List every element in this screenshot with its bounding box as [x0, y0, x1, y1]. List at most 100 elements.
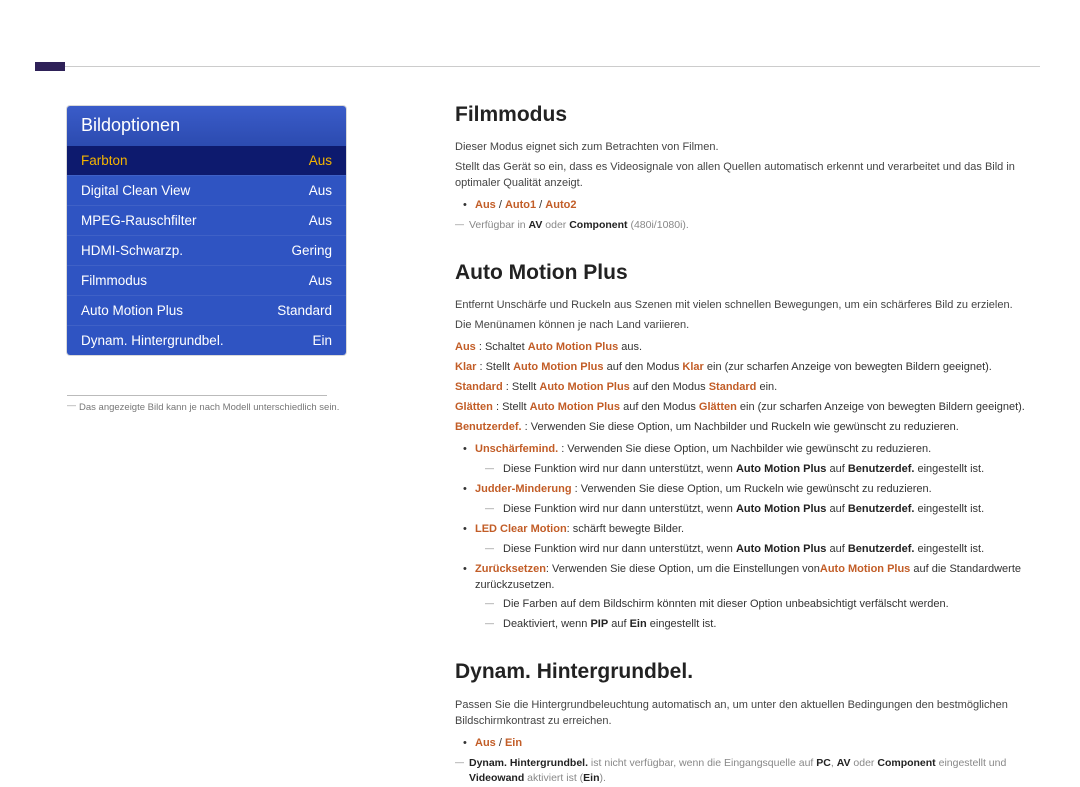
ein: Ein	[583, 772, 599, 784]
header-accent	[35, 62, 65, 71]
n5: eingestellt ist.	[914, 543, 984, 555]
n4: Ein	[630, 618, 647, 630]
t: : Schaltet	[476, 341, 528, 353]
amp-p2: Die Menünamen können je nach Land variie…	[455, 318, 1040, 334]
right-column: Filmmodus Dieser Modus eignet sich zum B…	[455, 100, 1040, 787]
p: ein (zur scharfen Anzeige von bewegten B…	[704, 361, 992, 373]
amp-definitions: Aus : Schaltet Auto Motion Plus aus. Kla…	[455, 340, 1040, 436]
amp-def-klar: Klar : Stellt Auto Motion Plus auf den M…	[455, 360, 1040, 376]
dyn-p1: Passen Sie die Hintergrundbeleuchtung au…	[455, 698, 1040, 730]
m2: auf den Modus	[620, 401, 699, 413]
left-note: Das angezeigte Bild kann je nach Modell …	[67, 402, 357, 413]
p: : schärft bewegte Bilder.	[567, 523, 684, 535]
filmmodus-options: Aus / Auto1 / Auto2	[455, 198, 1040, 214]
filmmodus-opts-line: Aus / Auto1 / Auto2	[455, 198, 1040, 214]
k2: Klar	[682, 361, 703, 373]
menu-item-filmmodus[interactable]: Filmmodus Aus	[67, 265, 346, 295]
n2: Auto Motion Plus	[736, 463, 826, 475]
menu-item-label: Dynam. Hintergrundbel.	[81, 333, 224, 348]
k: Klar	[455, 361, 476, 373]
opt-ein: Ein	[505, 737, 522, 749]
left-column: Bildoptionen Farbton Aus Digital Clean V…	[67, 106, 357, 413]
avail-mid: oder	[542, 219, 569, 231]
amp-note-color: Die Farben auf dem Bildschirm könnten mi…	[475, 597, 1040, 613]
k: Unschärfemind.	[475, 443, 558, 455]
menu-item-label: HDMI-Schwarzp.	[81, 243, 183, 258]
heading-amp: Auto Motion Plus	[455, 258, 1040, 288]
amp-note-pip: Deaktiviert, wenn PIP auf Ein eingestell…	[475, 617, 1040, 633]
menu-item-farbton[interactable]: Farbton Aus	[67, 146, 346, 175]
menu-item-label: Farbton	[81, 153, 128, 168]
n5: eingestellt ist.	[914, 463, 984, 475]
section-dyn: Dynam. Hintergrundbel. Passen Sie die Hi…	[455, 657, 1040, 787]
menu-item-dynbl[interactable]: Dynam. Hintergrundbel. Ein	[67, 325, 346, 355]
menu-item-dcv[interactable]: Digital Clean View Aus	[67, 175, 346, 205]
n5: eingestellt ist.	[914, 503, 984, 515]
p: : Verwenden Sie diese Option, um Nachbil…	[558, 443, 931, 455]
t: : Stellt	[493, 401, 530, 413]
amp-p1: Entfernt Unschärfe und Ruckeln aus Szene…	[455, 298, 1040, 314]
n1: Diese Funktion wird nur dann unterstützt…	[503, 543, 736, 555]
amp-judder: Judder-Minderung : Verwenden Sie diese O…	[455, 482, 1040, 518]
menu-item-value: Gering	[291, 243, 332, 258]
avail-pre: Verfügbar in	[469, 219, 529, 231]
menu-item-amp[interactable]: Auto Motion Plus Standard	[67, 295, 346, 325]
section-filmmodus: Filmmodus Dieser Modus eignet sich zum B…	[455, 100, 1040, 234]
dyn-opts-line: Aus / Ein	[455, 736, 1040, 752]
dyn-options: Aus / Ein	[455, 736, 1040, 752]
amp-note-supp-3: Diese Funktion wird nur dann unterstützt…	[475, 542, 1040, 558]
n2: Auto Motion Plus	[736, 543, 826, 555]
menu-item-value: Ein	[312, 333, 332, 348]
n4: Benutzerdef.	[848, 543, 915, 555]
menu-item-hdmi[interactable]: HDMI-Schwarzp. Gering	[67, 235, 346, 265]
m: Auto Motion Plus	[513, 361, 603, 373]
k2: Glätten	[699, 401, 737, 413]
avail-comp: Component	[569, 219, 627, 231]
filmmodus-availability: Verfügbar in AV oder Component (480i/108…	[455, 218, 1040, 234]
menu-item-label: Digital Clean View	[81, 183, 190, 198]
p: : Verwenden Sie diese Option, um Ruckeln…	[572, 483, 932, 495]
p: ein.	[756, 381, 777, 393]
menu-title: Bildoptionen	[67, 106, 346, 146]
menu-item-value: Aus	[309, 183, 332, 198]
amp-def-glaetten: Glätten : Stellt Auto Motion Plus auf de…	[455, 400, 1040, 416]
n2: Auto Motion Plus	[736, 503, 826, 515]
section-amp: Auto Motion Plus Entfernt Unschärfe und …	[455, 258, 1040, 633]
amp-def-standard: Standard : Stellt Auto Motion Plus auf d…	[455, 380, 1040, 396]
opt-auto2: Auto2	[545, 199, 576, 211]
k2: Standard	[709, 381, 757, 393]
amp-note-supp-1: Diese Funktion wird nur dann unterstützt…	[475, 462, 1040, 478]
filmmodus-p2: Stellt das Gerät so ein, dass es Videosi…	[455, 160, 1040, 192]
menu-box: Bildoptionen Farbton Aus Digital Clean V…	[67, 106, 346, 355]
menu-item-value: Aus	[309, 153, 332, 168]
n5: eingestellt ist.	[647, 618, 717, 630]
n2: PIP	[590, 618, 608, 630]
header-rule	[56, 66, 1040, 67]
amp-unschaerfemind: Unschärfemind. : Verwenden Sie diese Opt…	[455, 442, 1040, 478]
amp-def-aus: Aus : Schaltet Auto Motion Plus aus.	[455, 340, 1040, 356]
k: Judder-Minderung	[475, 483, 572, 495]
amp-led-clear: LED Clear Motion: schärft bewegte Bilder…	[455, 522, 1040, 558]
opt-aus: Aus	[475, 737, 496, 749]
n4: Benutzerdef.	[848, 463, 915, 475]
m2: auf den Modus	[604, 361, 683, 373]
heading-filmmodus: Filmmodus	[455, 100, 1040, 130]
menu-item-value: Standard	[277, 303, 332, 318]
m: Auto Motion Plus	[528, 341, 618, 353]
k: Aus	[455, 341, 476, 353]
a: Auto Motion Plus	[820, 563, 910, 575]
opt-auto1: Auto1	[505, 199, 536, 211]
p1: aktiviert ist (	[524, 772, 583, 784]
n1: Diese Funktion wird nur dann unterstützt…	[503, 463, 736, 475]
amp-note-supp-2: Diese Funktion wird nur dann unterstützt…	[475, 502, 1040, 518]
avail-av: AV	[529, 219, 543, 231]
k: Benutzerdef.	[455, 421, 522, 433]
menu-item-label: Auto Motion Plus	[81, 303, 183, 318]
n1: Diese Funktion wird nur dann unterstützt…	[503, 503, 736, 515]
n4: Benutzerdef.	[848, 503, 915, 515]
t: : Stellt	[503, 381, 540, 393]
k: LED Clear Motion	[475, 523, 567, 535]
menu-item-mpeg[interactable]: MPEG-Rauschfilter Aus	[67, 205, 346, 235]
n3: auf	[826, 543, 847, 555]
menu-item-label: Filmmodus	[81, 273, 147, 288]
